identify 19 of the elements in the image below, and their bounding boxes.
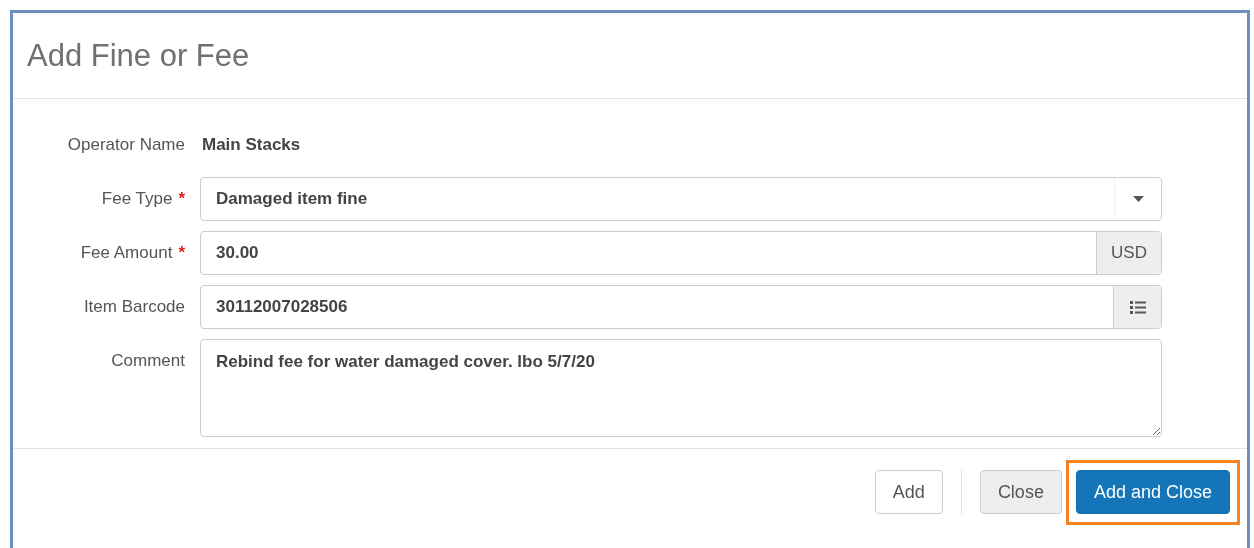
fee-type-select[interactable]: Damaged item fine	[200, 177, 1162, 221]
barcode-field[interactable]: 30112007028506	[200, 285, 1162, 329]
field-label: Fee Amount	[80, 243, 173, 263]
field-label: Comment	[111, 351, 185, 371]
required-mark: *	[178, 189, 185, 209]
caret-icon	[1132, 196, 1144, 202]
field-label: Operator Name	[67, 135, 185, 155]
currency-addon: USD	[1096, 232, 1161, 274]
dialog-title: Add Fine or Fee	[27, 37, 250, 74]
field-label: Fee Type	[101, 189, 173, 209]
required-mark: *	[178, 243, 185, 263]
comment-field[interactable]: Rebind fee for water damaged cover. lbo 5/7/20	[200, 339, 1162, 437]
dialog-button[interactable]: Add	[874, 470, 943, 514]
dialog-button[interactable]: Add and Close	[1075, 470, 1230, 514]
field-label: Item Barcode	[83, 297, 185, 317]
list-icon[interactable]	[1113, 286, 1161, 328]
amount-field[interactable]: 30.00 USD	[200, 231, 1162, 275]
dialog-button[interactable]: Close	[979, 470, 1062, 514]
operator-value: Main Stacks	[201, 135, 301, 154]
